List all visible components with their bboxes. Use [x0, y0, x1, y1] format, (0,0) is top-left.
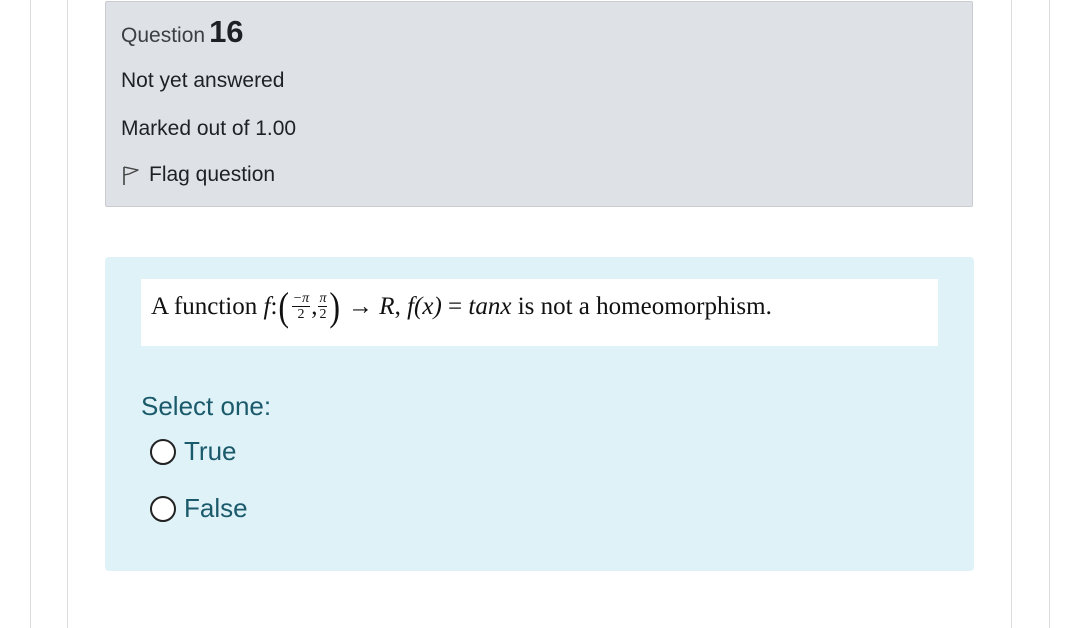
formula-fraction-1: −π 2 [291, 291, 311, 322]
fraction-2-denominator: 2 [319, 307, 327, 322]
question-number: 16 [209, 14, 244, 49]
flag-question-label: Flag question [149, 163, 276, 186]
formula-equals: = [448, 293, 463, 320]
fraction-2-numerator: π [318, 291, 328, 307]
question-text-image: A function f : ( −π 2 , π 2 ) → R, f(x) … [141, 279, 938, 346]
page-border-left-outer [30, 0, 31, 628]
page-border-left-inner [67, 0, 68, 628]
fraction-1-denominator: 2 [297, 307, 305, 322]
answer-option-false[interactable]: False [150, 493, 248, 524]
formula-colon: : [270, 293, 278, 320]
formula-suffix: is not a homeomorphism. [517, 293, 772, 320]
flag-outline-icon [121, 164, 141, 186]
page-border-right-inner [1011, 0, 1012, 628]
question-grade: Marked out of 1.00 [121, 117, 297, 140]
formula-comma: , [311, 293, 318, 320]
flag-question-link[interactable]: Flag question [121, 163, 275, 187]
radio-unchecked-icon[interactable] [150, 438, 176, 465]
answer-option-label: True [184, 436, 237, 466]
formula-prefix: A function [151, 293, 258, 320]
formula-codomain: R [379, 293, 395, 320]
question-label: Question [121, 24, 206, 47]
formula-fx: f(x) [407, 293, 442, 320]
formula-rhs: tanx [468, 293, 512, 320]
answer-option-true[interactable]: True [150, 436, 237, 467]
question-info-panel: Question 16 Not yet answered Marked out o… [105, 1, 973, 207]
fraction-1-numerator: −π [291, 291, 311, 307]
formula-close-paren: ) [329, 284, 341, 329]
question-content-panel: A function f : ( −π 2 , π 2 ) → R, f(x) … [105, 257, 974, 571]
question-formula: A function f : ( −π 2 , π 2 ) → R, f(x) … [151, 284, 772, 329]
question-state: Not yet answered [121, 69, 285, 92]
page-border-right-outer [1049, 0, 1050, 628]
formula-fraction-2: π 2 [318, 291, 328, 322]
formula-comma-2: , [394, 293, 408, 320]
formula-arrow: → [348, 293, 374, 320]
formula-f: f [263, 293, 271, 320]
formula-open-paren: ( [278, 284, 290, 329]
radio-unchecked-icon[interactable] [150, 495, 176, 522]
answer-option-label: False [184, 493, 248, 523]
question-heading: Question 16 [121, 14, 244, 50]
select-one-prompt: Select one: [141, 391, 272, 421]
